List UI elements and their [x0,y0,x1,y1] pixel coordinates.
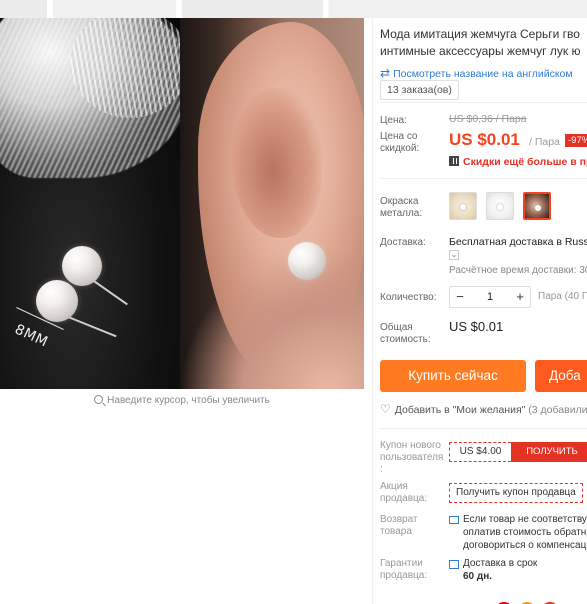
product-image[interactable]: 8MM [0,18,364,389]
orders-badge: 13 заказа(ов) [380,80,459,100]
top-strip [0,0,587,18]
calendar-icon [449,560,459,569]
guarantee-label: Гарантии продавца: [380,558,427,582]
discount-badge: -97% [565,134,587,147]
coupon-amount: US $4.00 [449,442,511,462]
label-line: Гарантии [380,558,423,569]
zoom-hint: Наведите курсор, чтобы увеличить [0,395,364,406]
pearl-on-ear [288,242,326,280]
size-label: 8MM [12,321,51,351]
divider [380,428,587,429]
color-label: Окраска металла: [380,196,422,220]
label-line: : [380,464,383,475]
title-line: Мода имитация жемчуга Серьги гво [380,27,580,41]
label-line: Акция [380,481,408,492]
chevron-down-icon[interactable]: ⌄ [449,250,459,260]
neck [180,248,364,389]
label-line: Окраска [380,196,419,207]
app-promo-link[interactable]: Скидки ещё больше в при [449,156,587,168]
heart-icon: ♡ [380,402,391,416]
total-value: US $0.01 [449,319,504,334]
divider [380,178,587,179]
color-swatch-selected[interactable] [523,192,551,220]
original-price: US $0,36 / Пара [449,113,527,125]
add-to-cart-button[interactable]: Доба [535,360,587,392]
search-icon [94,395,104,404]
shipping-value[interactable]: Бесплатная доставка в Russ [449,236,587,248]
qr-code-icon [449,156,459,166]
returns-label: Возврат товара [380,514,418,538]
label-line: товара [380,526,412,537]
guarantee-line: Доставка в срок [463,558,538,569]
seller-promo-label: Акция продавца: [380,481,427,505]
price-label: Цена: [380,115,407,126]
quantity-input[interactable]: 1 [470,287,510,307]
label-line: Купон нового [380,440,441,451]
translate-icon: ⇄ [380,66,391,80]
label-line: продавца: [380,493,428,504]
quantity-stepper: − 1 + [449,286,531,308]
add-to-wishlist[interactable]: ♡ Добавить в "Мои желания" (3 добавили [380,402,587,416]
return-icon [449,516,459,524]
label-line: металла: [380,208,423,219]
quantity-label: Количество: [380,292,437,303]
color-swatch-gold[interactable] [449,192,477,220]
label-line: Возврат [380,514,418,525]
product-title: Мода имитация жемчуга Серьги гво интимны… [380,26,587,60]
zoom-hint-text: Наведите курсор, чтобы увеличить [107,395,270,406]
buy-now-button[interactable]: Купить сейчас [380,360,526,392]
color-swatch-silver[interactable] [486,192,514,220]
ear-inner [232,88,322,238]
returns-text: Если товар не соответству оплатив стоимо… [463,513,587,552]
new-user-coupon: US $4.00 ПОЛУЧИТЬ [449,442,587,462]
returns-line: Если товар не соответству [463,514,587,525]
delivery-eta: Расчётное время доставки: 30 [449,265,587,276]
guarantee-days: 60 дн. [463,571,493,582]
seller-coupon-button[interactable]: Получить купон продавца [449,483,583,503]
earring-pin [67,316,117,338]
wishlist-label: Добавить в "Мои желания" [394,404,526,416]
label-line: скидкой: [380,143,420,154]
returns-line: договориться о компенсац [463,540,587,551]
get-coupon-button[interactable]: ПОЛУЧИТЬ [511,442,587,462]
current-price: US $0.01 [449,130,520,149]
decrease-button[interactable]: − [450,287,470,307]
label-line: Общая [380,322,413,333]
guarantee-text: Доставка в срок 60 дн. [463,557,537,583]
wishlist-count: (3 добавили [528,404,587,416]
swatch-pearl [535,205,541,211]
image-panel-pearls: 8MM [0,18,190,389]
swatch-pearl [497,204,503,210]
quantity-note: Пара (40 П [538,291,587,302]
product-info: Мода имитация жемчуга Серьги гво интимны… [372,18,587,604]
new-user-coupon-label: Купон нового пользователя : [380,440,443,476]
returns-line: оплатив стоимость обратн [463,527,587,538]
discount-price-label: Цена со скидкой: [380,131,419,155]
total-label: Общая стоимость: [380,322,431,346]
title-line: интимные аксессуары жемчуг лук ю [380,44,581,58]
promo-text: Скидки ещё больше в при [463,156,587,168]
image-panel-ear [180,18,364,389]
label-line: продавца: [380,570,428,581]
label-line: Цена со [380,131,418,142]
translate-link[interactable]: ⇄ Посмотреть название на английском [380,66,573,80]
pearl [62,246,102,286]
shipping-label: Доставка: [380,237,426,248]
translate-link-text: Посмотреть название на английском [393,68,573,80]
increase-button[interactable]: + [510,287,530,307]
swatch-pearl [460,204,466,210]
price-unit: / Пара [529,136,560,148]
label-line: стоимость: [380,334,431,345]
label-line: пользователя [380,452,444,463]
pearl [36,280,78,322]
divider [380,102,587,103]
